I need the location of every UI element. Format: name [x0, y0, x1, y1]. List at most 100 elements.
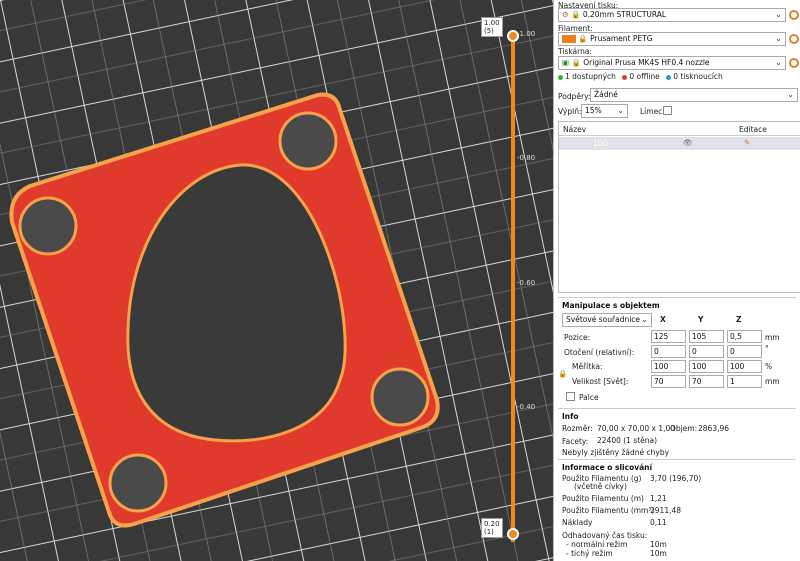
layer-slider[interactable] — [502, 20, 526, 561]
scale-y-input[interactable]: 100 — [689, 360, 724, 373]
offline-dot-icon — [622, 74, 628, 80]
position-z-input[interactable]: 0,5 — [727, 330, 762, 343]
inches-checkbox[interactable] — [566, 392, 575, 401]
position-x-input[interactable]: 125 — [651, 330, 686, 343]
slider-top-label: 1.00 (5) — [481, 17, 503, 37]
lock-icon: 🔒 — [571, 58, 581, 67]
chevron-down-icon: ⌄ — [617, 106, 624, 115]
lock-icon: 🔒 — [578, 34, 588, 43]
print-settings-select[interactable]: ⚙ 🔒 0.20mm STRUCTURAL ⌄ — [558, 8, 786, 22]
rotation-unit: ° — [765, 344, 769, 353]
divider — [558, 459, 796, 460]
3d-viewport[interactable]: 1.00 (5) 0.20 (1) -1.00 -0.80 -0.60 -0.40 — [0, 0, 553, 561]
slider-tick: -0.60 — [517, 279, 536, 287]
plate-scene — [0, 0, 553, 561]
rotation-label: Otočení (relativní): — [564, 348, 635, 357]
facets-value: 22400 (1 stěna) — [597, 436, 658, 445]
volume-value: 2863,96 — [698, 424, 730, 433]
size-label: Velikost [Svět]: — [572, 377, 629, 386]
size-z-input[interactable]: 1 — [727, 375, 762, 388]
print-time-label: Odhadovaný čas tisku: — [562, 531, 648, 540]
position-label: Pozice: — [564, 333, 591, 342]
available-dot-icon — [558, 74, 563, 80]
manipulation-title: Manipulace s objektem — [562, 301, 660, 310]
divider — [558, 297, 796, 298]
filament-g-label2: (včetně cívky) — [574, 482, 627, 491]
chevron-down-icon: ⌄ — [775, 10, 782, 19]
dimensions-label: Rozměr: — [562, 424, 593, 433]
filament-select[interactable]: 🔒 Prusament PETG ⌄ — [558, 32, 786, 46]
lock-icon: ⚙ 🔒 — [562, 10, 581, 19]
slider-bottom-label: 0.20 (1) — [481, 518, 503, 538]
filament-mm3-label: Použito Filamentu (mm³) — [562, 506, 655, 515]
scale-z-input[interactable]: 100 — [727, 360, 762, 373]
object-list[interactable]: Název Editace 100 👁 ✎ — [558, 121, 800, 293]
scale-x-input[interactable]: 100 — [651, 360, 686, 373]
slider-tick: -1.00 — [517, 30, 536, 38]
list-item[interactable]: 100 👁 ✎ — [559, 137, 800, 150]
col-edit: Editace — [739, 125, 767, 134]
printer-label: Tiskárna: — [558, 47, 592, 56]
chevron-down-icon: ⌄ — [787, 90, 794, 99]
printing-dot-icon — [666, 74, 672, 80]
eye-icon[interactable]: 👁 — [683, 138, 693, 147]
rotation-y-input[interactable]: 0 — [689, 345, 724, 358]
supports-label: Podpěry: — [558, 92, 591, 101]
filament-mm3-value: 2911,48 — [650, 506, 682, 515]
filament-color-swatch — [562, 35, 576, 43]
filament-m-label: Použito Filamentu (m) — [562, 494, 644, 503]
brim-checkbox[interactable] — [663, 106, 672, 115]
normal-mode-label: - normální režim — [566, 540, 628, 549]
printer-icon: ▣ — [562, 58, 570, 67]
supports-select[interactable]: Žádné ⌄ — [590, 88, 798, 102]
printer-status: 1 dostupných 0 offline 0 tisknoucích — [558, 72, 723, 81]
gear-icon[interactable] — [789, 34, 799, 44]
errors-status: Nebyly zjištěny žádné chyby — [562, 448, 670, 457]
brim-label: Límec: — [640, 107, 665, 116]
rotation-z-input[interactable]: 0 — [727, 345, 762, 358]
coordinate-select[interactable]: Světové souřadnice ⌄ — [562, 313, 652, 327]
layer-slider-bottom-thumb[interactable] — [507, 528, 519, 540]
chevron-down-icon: ⌄ — [775, 58, 782, 67]
printer-select[interactable]: ▣ 🔒 Original Prusa MK4S HF0.4 nozzle ⌄ — [558, 56, 786, 70]
lock-icon[interactable]: 🔒 — [558, 369, 567, 378]
layer-slider-track — [511, 32, 515, 542]
size-unit: mm — [765, 377, 780, 386]
slider-tick: -0.40 — [517, 403, 536, 411]
quiet-mode-label: - tichý režim — [566, 549, 613, 558]
list-item-name: 100 — [593, 139, 608, 148]
slider-tick: -0.80 — [517, 154, 536, 162]
volume-label: Objem: — [670, 424, 698, 433]
facets-label: Facety: — [562, 437, 589, 446]
inches-label: Palce — [579, 393, 599, 402]
col-name: Název — [563, 125, 587, 134]
x-axis-label: X — [660, 315, 666, 324]
position-y-input[interactable]: 105 — [689, 330, 724, 343]
position-unit: mm — [765, 333, 780, 342]
filament-m-value: 1,21 — [650, 494, 667, 503]
filament-g-value: 3,70 (196,70) — [650, 474, 702, 483]
z-axis-label: Z — [736, 315, 742, 324]
scale-unit: % — [765, 362, 773, 371]
chevron-down-icon: ⌄ — [641, 315, 648, 324]
cost-label: Náklady — [562, 518, 593, 527]
size-x-input[interactable]: 70 — [651, 375, 686, 388]
gear-icon[interactable] — [789, 10, 799, 20]
infill-select[interactable]: 15% ⌄ — [581, 104, 628, 118]
dimensions-value: 70,00 x 70,00 x 1,00 — [597, 424, 676, 433]
object-list-header: Název Editace — [559, 122, 800, 136]
size-y-input[interactable]: 70 — [689, 375, 724, 388]
edit-icon[interactable]: ✎ — [744, 138, 750, 147]
gear-icon[interactable] — [789, 58, 799, 68]
slice-info-title: Informace o slicování — [562, 463, 653, 472]
sidebar-panel: Nastavení tisku: ⚙ 🔒 0.20mm STRUCTURAL ⌄ … — [553, 0, 800, 561]
normal-mode-value: 10m — [650, 540, 667, 549]
info-title: Info — [562, 412, 579, 421]
divider — [558, 408, 796, 409]
quiet-mode-value: 10m — [650, 549, 667, 558]
infill-label: Výplň: — [558, 107, 582, 116]
scale-label: Měřítka: — [572, 362, 603, 371]
cost-value: 0,11 — [650, 518, 667, 527]
chevron-down-icon: ⌄ — [775, 34, 782, 43]
rotation-x-input[interactable]: 0 — [651, 345, 686, 358]
